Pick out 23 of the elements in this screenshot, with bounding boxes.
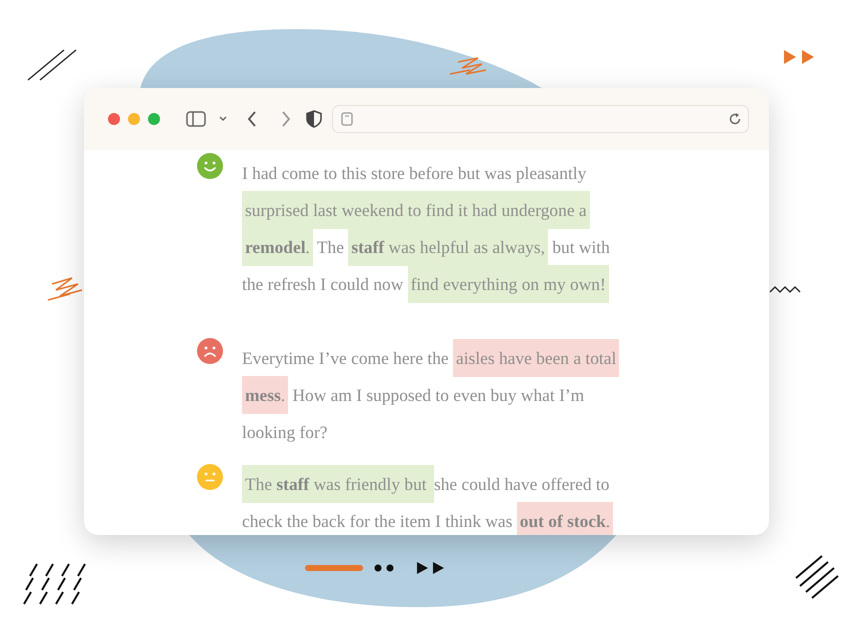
close-button[interactable]	[108, 113, 120, 125]
zigzag-drawing	[47, 277, 83, 301]
review-text: The staff was friendly but she could have offered to check the back for the item I think was out of stock.	[242, 466, 634, 535]
forward-icon[interactable]	[280, 110, 292, 128]
fast-forward-icon	[784, 50, 814, 64]
review-text: I had come to this store before but was pleasantly surprised last weekend to find it had undergone a remodel. The staff was helpful as always, but with the refresh I could now find everything on my own!	[242, 155, 634, 303]
reload-icon[interactable]	[728, 112, 742, 126]
smiley-face-icon	[197, 153, 223, 179]
frowning-face-icon	[197, 338, 223, 364]
fast-forward-icon	[417, 562, 444, 574]
pagination-dots	[374, 564, 394, 572]
page-icon	[341, 112, 353, 126]
zigzag-drawing	[449, 57, 487, 75]
shield-icon[interactable]	[306, 110, 322, 128]
sidebar-icon[interactable]	[186, 111, 206, 127]
slash-lines-drawing	[23, 563, 86, 605]
neutral-face-icon	[197, 464, 223, 490]
slash-lines-drawing	[28, 50, 76, 80]
progress-indicator	[305, 565, 363, 571]
slash-lines-drawing	[795, 555, 839, 599]
wave-line-drawing	[770, 286, 800, 293]
back-icon[interactable]	[246, 110, 258, 128]
chevron-down-icon[interactable]	[218, 115, 228, 123]
